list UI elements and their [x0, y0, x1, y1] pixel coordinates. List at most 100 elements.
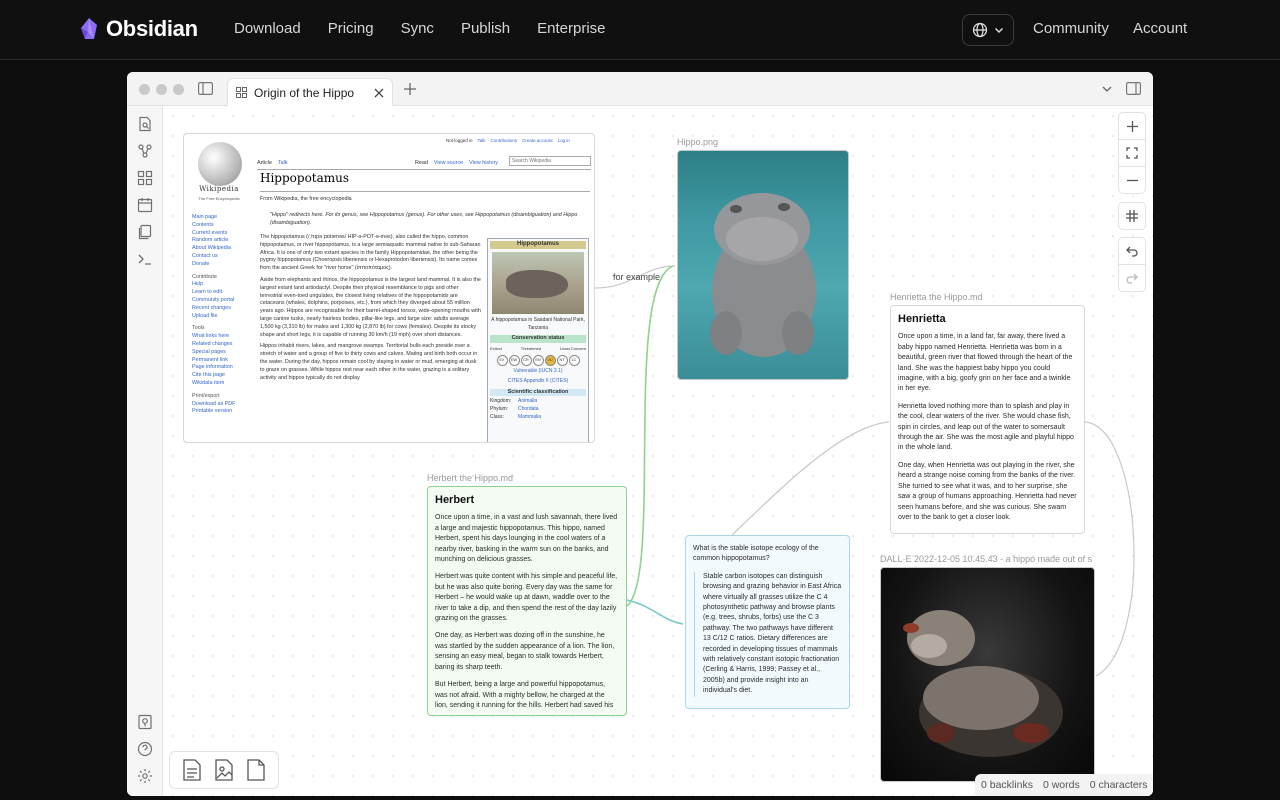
- settings-gear-icon[interactable]: [137, 768, 153, 784]
- close-icon[interactable]: [374, 88, 384, 98]
- edge-herbert-to-question[interactable]: [626, 599, 684, 625]
- nav-pricing[interactable]: Pricing: [328, 20, 374, 37]
- minus-icon: [1126, 179, 1138, 181]
- vault-icon[interactable]: [137, 714, 153, 730]
- wiki-sidebar-link[interactable]: Printable version: [192, 408, 256, 416]
- wiki-user-link[interactable]: Create account: [522, 137, 553, 145]
- window-maximize-dot[interactable]: [173, 84, 184, 95]
- canvas-icon[interactable]: [137, 170, 153, 186]
- sidebar-toggle-icon[interactable]: [198, 82, 213, 95]
- wiki-article-title: Hippopotamus: [260, 171, 350, 185]
- tab-origin-of-the-hippo[interactable]: Origin of the Hippo: [227, 78, 393, 106]
- wiki-user-link: Not logged in: [446, 138, 473, 143]
- open-quick-switcher-icon[interactable]: [137, 116, 153, 132]
- nav-account[interactable]: Account: [1133, 20, 1187, 37]
- templates-icon[interactable]: [137, 224, 153, 240]
- wiki-sidebar-link[interactable]: What links here: [192, 333, 256, 341]
- canvas-add-toolbar: [169, 751, 279, 789]
- wiki-tab-article[interactable]: Article: [257, 160, 272, 168]
- cons-code-badge: LC: [568, 354, 580, 366]
- add-media-icon[interactable]: [215, 759, 233, 781]
- wiki-sidebar-link[interactable]: Main page: [192, 214, 256, 222]
- obsidian-app-window: Origin of the Hippo for example Wikipedi…: [127, 72, 1153, 796]
- wiki-user-link[interactable]: Contributions: [491, 137, 518, 145]
- wiki-user-link[interactable]: Talk: [478, 137, 486, 145]
- wiki-sidebar-heading: Contribute: [192, 273, 217, 280]
- dalle-filename: DALL·E 2022-12-05 10.45.43 - a hippo mad…: [880, 554, 1093, 564]
- chevron-down-icon[interactable]: [1102, 85, 1112, 93]
- henrietta-p3: One day, when Henrietta was out playing …: [898, 461, 1077, 521]
- wiki-sidebar-link[interactable]: Contact us: [192, 253, 256, 261]
- canvas-view[interactable]: for example Wikipedia The Free Encyclope…: [163, 106, 1153, 796]
- wiki-action-view-history[interactable]: View history: [469, 160, 498, 168]
- hippo-image-card[interactable]: [677, 150, 849, 380]
- wiki-sidebar-link[interactable]: Recent changes: [192, 305, 256, 313]
- dalle-image-card[interactable]: [880, 567, 1095, 782]
- wiki-sidebar-link[interactable]: Page information: [192, 364, 256, 372]
- graph-view-icon[interactable]: [137, 143, 153, 159]
- backlinks-count[interactable]: 0 backlinks: [981, 779, 1033, 791]
- left-ribbon: [127, 106, 163, 796]
- wiki-sidebar-link[interactable]: Help: [192, 281, 256, 289]
- wiki-sidebar-link[interactable]: Download as PDF: [192, 401, 256, 409]
- undo-icon: [1126, 246, 1138, 257]
- nav-download[interactable]: Download: [234, 20, 301, 37]
- wiki-sidebar-link[interactable]: Contents: [192, 222, 256, 230]
- wiki-sidebar-link[interactable]: Current events: [192, 230, 256, 238]
- wiki-action-read[interactable]: Read: [415, 160, 428, 168]
- terminal-icon[interactable]: [137, 251, 153, 267]
- window-minimize-dot[interactable]: [156, 84, 167, 95]
- wiki-search-input[interactable]: [509, 156, 591, 166]
- snap-to-grid-button[interactable]: [1118, 202, 1146, 230]
- wiki-para-1: The hippopotamus (/ˌhɪpəˈpɒtəməs/ HIP-ə-…: [260, 234, 481, 272]
- zoom-out-button[interactable]: [1118, 166, 1146, 194]
- calendar-icon[interactable]: [137, 197, 153, 213]
- edge-herbert-to-image[interactable]: [626, 265, 674, 607]
- isotope-answer: Stable carbon isotopes can distinguish b…: [694, 571, 842, 697]
- wiki-sidebar-link[interactable]: Special pages: [192, 349, 256, 357]
- wiki-sidebar-link[interactable]: Related changes: [192, 341, 256, 349]
- new-tab-icon[interactable]: [404, 83, 416, 95]
- language-selector[interactable]: [962, 14, 1014, 46]
- help-icon[interactable]: [137, 741, 153, 757]
- zoom-in-button[interactable]: [1118, 112, 1146, 140]
- wiki-sidebar-heading: Tools: [192, 325, 205, 332]
- add-note-icon[interactable]: [183, 759, 201, 781]
- wiki-logo-text: Wikipedia: [199, 185, 239, 193]
- wiki-sidebar-link[interactable]: About Wikipedia: [192, 245, 256, 253]
- henrietta-note-card[interactable]: Henrietta Once upon a time, in a land fa…: [890, 305, 1085, 534]
- edge-question-to-henrietta[interactable]: [728, 421, 890, 539]
- nav-enterprise[interactable]: Enterprise: [537, 20, 605, 37]
- nav-community[interactable]: Community: [1033, 20, 1109, 37]
- infobox-title: Hippopotamus: [490, 241, 586, 249]
- wiki-action-view-source[interactable]: View source: [434, 160, 463, 168]
- maximize-icon: [1126, 147, 1138, 159]
- wiki-tabs: Article Talk: [257, 160, 288, 168]
- add-file-icon[interactable]: [247, 759, 265, 781]
- nav-sync[interactable]: Sync: [401, 20, 434, 37]
- wiki-sidebar-link[interactable]: Random article: [192, 237, 256, 245]
- zoom-to-fit-button[interactable]: [1118, 139, 1146, 167]
- right-sidebar-toggle-icon[interactable]: [1126, 82, 1141, 95]
- brand-logo[interactable]: Obsidian: [80, 16, 198, 42]
- infobox-caption: A hippopotamus in Saadani National Park,…: [491, 316, 585, 331]
- wiki-sidebar-link[interactable]: Upload file: [192, 313, 256, 321]
- wiki-user-link[interactable]: Log in: [558, 137, 570, 145]
- wiki-tab-talk[interactable]: Talk: [278, 160, 288, 168]
- window-close-dot[interactable]: [139, 84, 150, 95]
- chevron-down-icon: [994, 27, 1004, 34]
- undo-button[interactable]: [1118, 237, 1146, 265]
- wiki-sidebar: Main page Contents Current events Random ar…: [192, 214, 256, 416]
- herbert-note-card[interactable]: Herbert Once upon a time, in a vast and …: [427, 486, 627, 716]
- wiki-sidebar-link[interactable]: Community portal: [192, 297, 256, 305]
- cons-scale: EX EW CR EN VU NT LC: [490, 354, 586, 366]
- wiki-sidebar-link[interactable]: Permanent link: [192, 357, 256, 365]
- isotope-question-card[interactable]: What is the stable isotope ecology of th…: [685, 535, 850, 709]
- wiki-sidebar-link[interactable]: Wikidata item: [192, 380, 256, 388]
- nav-publish[interactable]: Publish: [461, 20, 510, 37]
- wiki-sidebar-link[interactable]: Donate: [192, 261, 256, 269]
- wiki-sidebar-link[interactable]: Learn to edit: [192, 289, 256, 297]
- wikipedia-embed-card[interactable]: Wikipedia The Free Encyclopedia Main pag…: [183, 133, 595, 443]
- wiki-sidebar-link[interactable]: Cite this page: [192, 372, 256, 380]
- redo-button[interactable]: [1118, 264, 1146, 292]
